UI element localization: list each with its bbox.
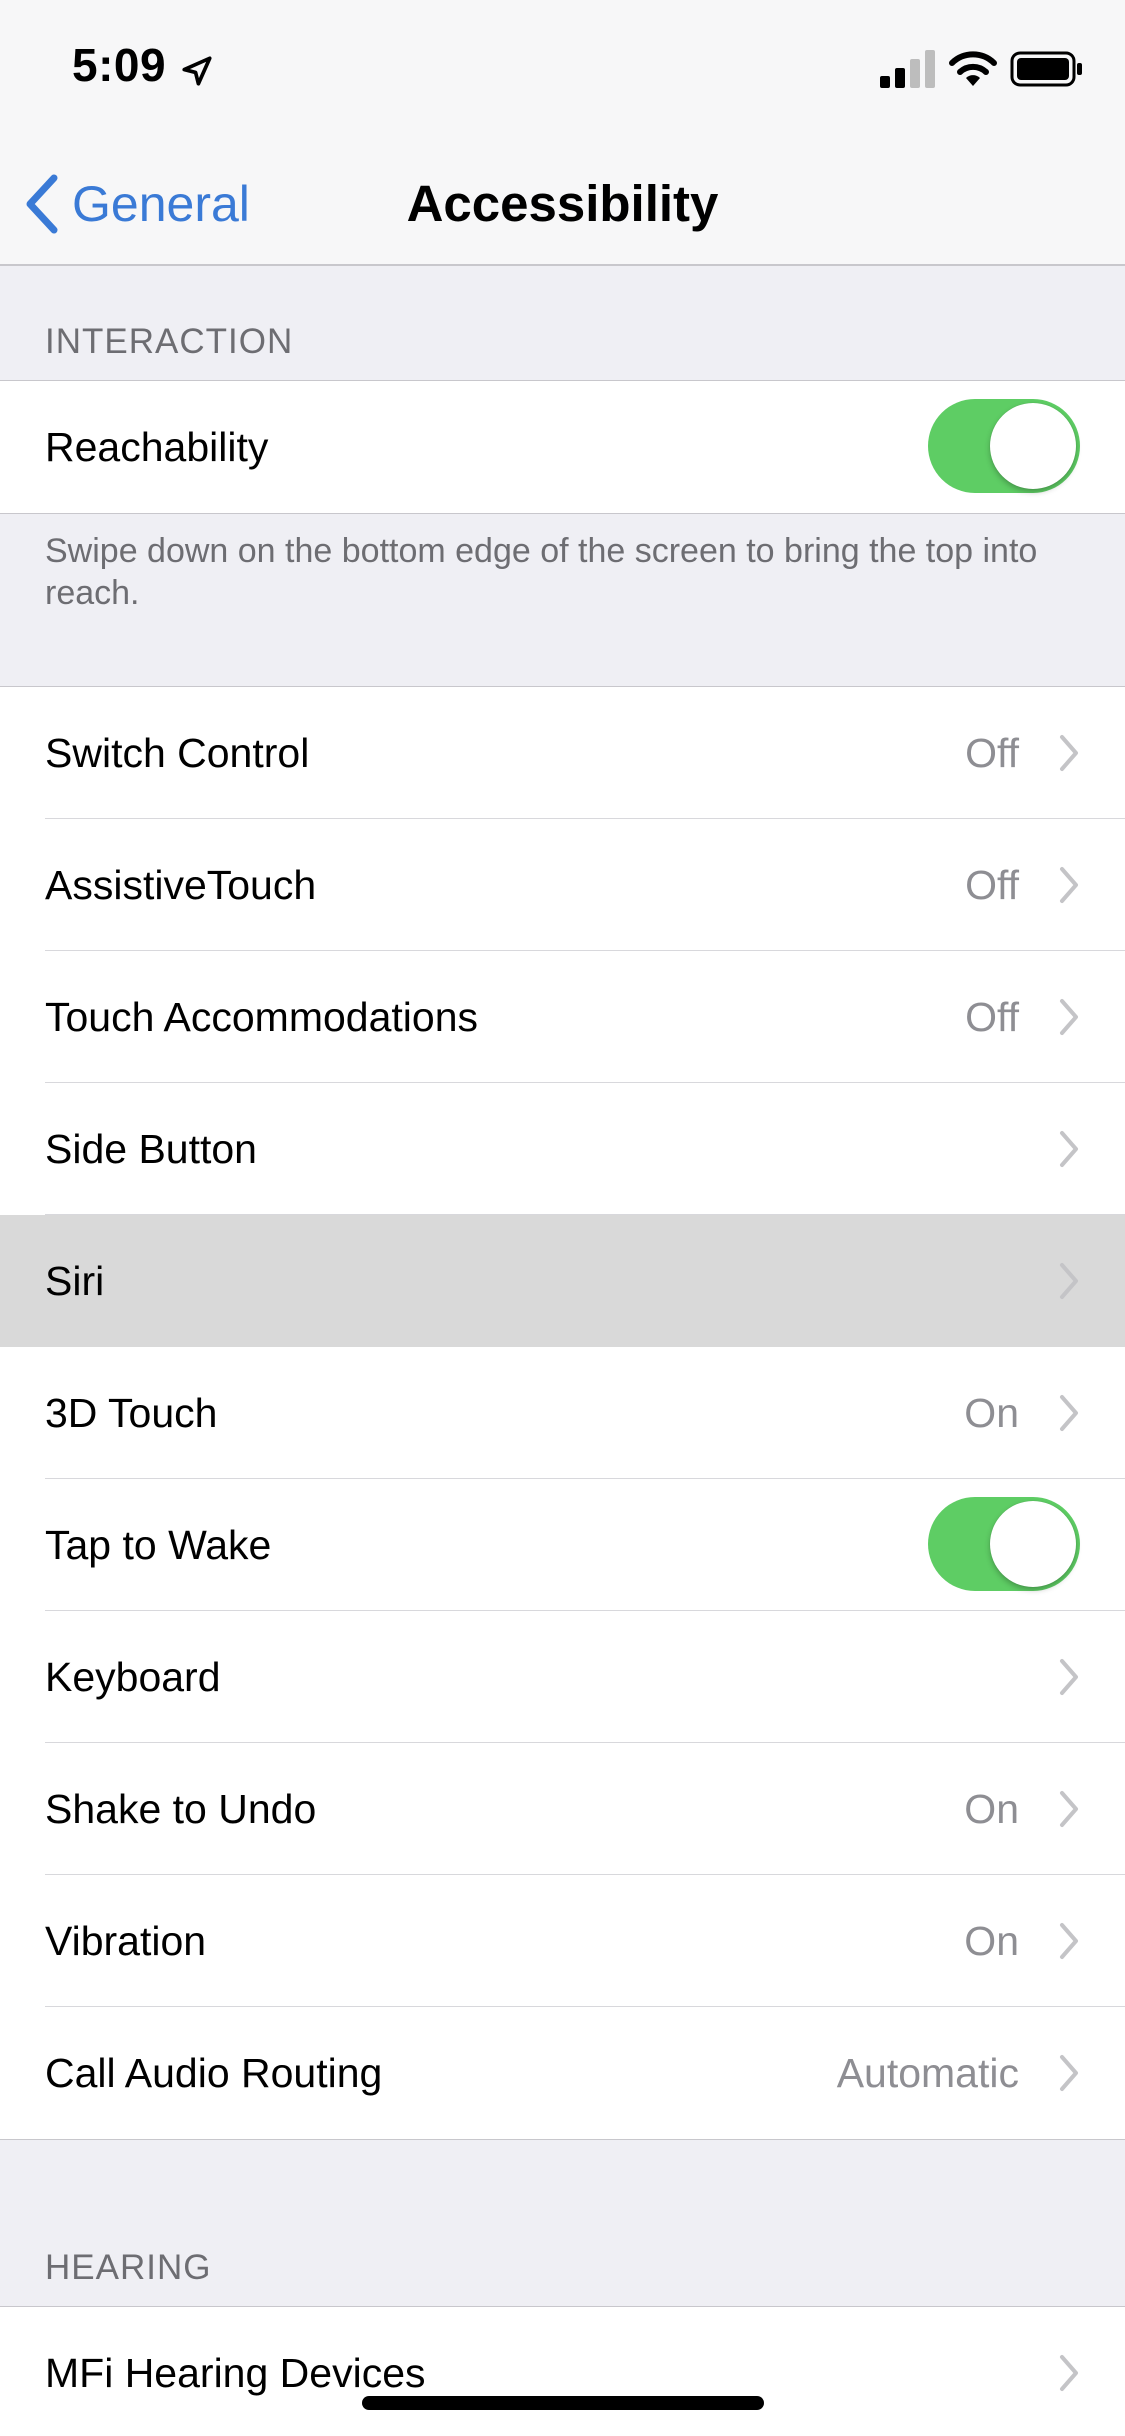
row-label: Call Audio Routing [45,2050,383,2096]
settings-screen: 5:09 General Accessibility INTERACTION R… [0,0,1125,2436]
chevron-right-icon [1060,1659,1078,1695]
row-value: Off [965,730,1019,776]
3d-touch-row[interactable]: 3D Touch On [0,1347,1125,1479]
toggle-knob [990,1501,1076,1587]
row-label: Tap to Wake [45,1522,272,1568]
row-label: Switch Control [45,730,310,776]
wifi-icon [949,51,997,86]
toggle-knob [990,403,1076,489]
chevron-right-icon [1060,867,1078,903]
row-value: On [964,1390,1019,1436]
row-label: Keyboard [45,1654,221,1700]
chevron-right-icon [1060,2055,1078,2091]
chevron-right-icon [1060,1923,1078,1959]
location-arrow-icon [182,56,212,86]
chevron-right-icon [1060,1131,1078,1167]
row-label: MFi Hearing Devices [45,2350,426,2396]
tap-to-wake-toggle[interactable] [928,1497,1080,1591]
call-audio-routing-row[interactable]: Call Audio Routing Automatic [0,2007,1125,2139]
home-indicator[interactable] [362,2396,764,2410]
tap-to-wake-row: Tap to Wake [0,1479,1125,1611]
row-value: Off [965,862,1019,908]
hearing-group: MFi Hearing Devices [0,2306,1125,2436]
shake-to-undo-row[interactable]: Shake to Undo On [0,1743,1125,1875]
row-value: On [964,1918,1019,1964]
reachability-row: Reachability [0,381,1125,513]
row-label: 3D Touch [45,1390,218,1436]
status-bar: 5:09 [0,0,1125,140]
side-button-row[interactable]: Side Button [0,1083,1125,1215]
mfi-hearing-devices-row[interactable]: MFi Hearing Devices [0,2307,1125,2436]
row-value: Automatic [836,2050,1019,2096]
page-title: Accessibility [406,175,719,232]
status-time: 5:09 [72,39,167,91]
reachability-toggle[interactable] [928,399,1080,493]
siri-row[interactable]: Siri [0,1215,1125,1347]
navigation-bar: General Accessibility [0,140,1125,266]
chevron-right-icon [1060,1791,1078,1827]
chevron-right-icon [1060,999,1078,1035]
vibration-row[interactable]: Vibration On [0,1875,1125,2007]
row-label: Siri [45,1258,105,1304]
chevron-right-icon [1060,2355,1078,2391]
row-label: Side Button [45,1126,257,1172]
reachability-group: Reachability [0,380,1125,514]
row-label: Vibration [45,1918,207,1964]
reachability-footer: Swipe down on the bottom edge of the scr… [45,532,1038,612]
section-header-hearing: HEARING [45,2248,212,2287]
chevron-right-icon [1060,735,1078,771]
touch-accommodations-row[interactable]: Touch Accommodations Off [0,951,1125,1083]
battery-icon [1010,51,1082,87]
keyboard-row[interactable]: Keyboard [0,1611,1125,1743]
row-label: Shake to Undo [45,1786,317,1832]
section-header-interaction: INTERACTION [45,322,294,361]
row-value: On [964,1786,1019,1832]
row-label: AssistiveTouch [45,862,317,908]
interaction-group: Switch Control Off AssistiveTouch Off To… [0,686,1125,2140]
switch-control-row[interactable]: Switch Control Off [0,687,1125,819]
assistivetouch-row[interactable]: AssistiveTouch Off [0,819,1125,951]
reachability-label: Reachability [45,424,269,470]
row-value: Off [965,994,1019,1040]
row-label: Touch Accommodations [45,994,479,1040]
chevron-right-icon [1060,1263,1078,1299]
chevron-right-icon [1060,1395,1078,1431]
cellular-signal-icon [880,50,935,88]
